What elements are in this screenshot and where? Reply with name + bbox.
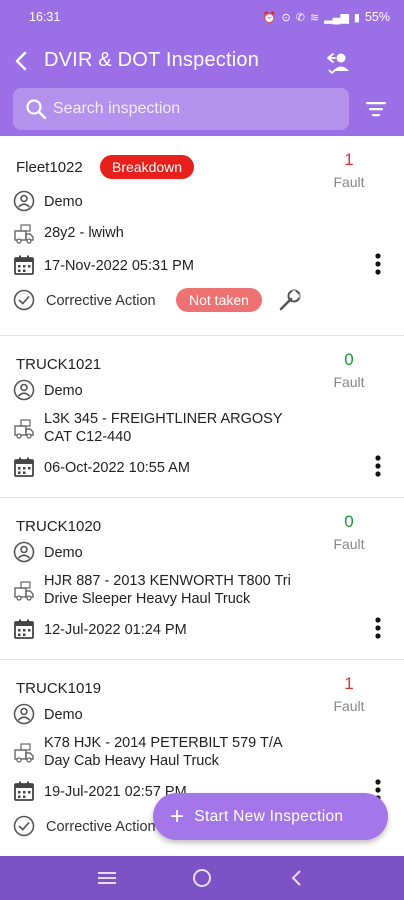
calendar-icon [14, 255, 34, 275]
more-options-icon[interactable] [368, 453, 388, 479]
driver-name: Demo [44, 383, 83, 399]
fault-label: Fault [333, 536, 365, 552]
app-header: DVIR & DOT Inspection [0, 34, 404, 136]
vehicle-line: Drive Sleeper Heavy Haul Truck [44, 591, 251, 607]
filter-icon [366, 102, 386, 117]
wrench-icon[interactable] [277, 287, 303, 313]
page-title: DVIR & DOT Inspection [44, 49, 260, 71]
inspection-date: 06-Oct-2022 10:55 AM [44, 460, 190, 476]
calendar-icon [14, 457, 34, 477]
not-taken-badge: Not taken [176, 288, 262, 312]
unit-number: Fleet1022 [16, 159, 83, 176]
calendar-icon [14, 781, 34, 801]
inspection-list: Fleet1022 Breakdown 1 Fault Demo 28y2 - … [0, 136, 404, 856]
plus-icon: + [170, 802, 185, 830]
user-icon [13, 703, 35, 725]
search-input[interactable] [53, 88, 333, 130]
unit-number: TRUCK1020 [16, 518, 102, 535]
vehicle-line: L3K 345 - FREIGHTLINER ARGOSY [44, 411, 283, 427]
user-icon [13, 190, 35, 212]
wifi-calling-icon: ✆ [295, 11, 305, 24]
fault-count: 0 [344, 512, 354, 531]
vehicle-info: 28y2 - lwiwh [44, 225, 124, 241]
battery-level: 55% [364, 10, 390, 24]
fault-count: 0 [344, 350, 354, 369]
user-switch-icon [327, 53, 349, 75]
driver-name: Demo [44, 194, 83, 210]
battery-icon: ▮ [353, 11, 360, 24]
home-button[interactable] [187, 863, 217, 893]
back-arrow-icon [15, 51, 27, 71]
alarm-icon: ⏰ [262, 11, 277, 24]
inspection-card[interactable]: Fleet1022 Breakdown 1 Fault Demo 28y2 - … [0, 136, 404, 336]
home-circle-icon [192, 869, 211, 887]
check-circle-icon [13, 289, 35, 311]
corrective-action-label: Corrective Action [46, 819, 156, 835]
recent-apps-button[interactable] [92, 863, 122, 893]
truck-icon [14, 743, 34, 763]
fault-count: 1 [344, 150, 354, 169]
inspection-date: 17-Nov-2022 05:31 PM [44, 258, 194, 274]
driver-name: Demo [44, 545, 83, 561]
driver-name: Demo [44, 707, 83, 723]
calendar-icon [14, 619, 34, 639]
search-icon [26, 99, 47, 120]
truck-icon [14, 581, 34, 601]
system-back-button[interactable] [282, 863, 312, 893]
inspection-card[interactable]: TRUCK1020 0 Fault Demo HJR 887 - 2013 KE… [0, 498, 404, 660]
fab-label: Start New Inspection [194, 807, 344, 825]
inspection-card[interactable]: TRUCK1021 0 Fault Demo L3K 345 - FREIGHT… [0, 336, 404, 498]
vehicle-line: K78 HJK - 2014 PETERBILT 579 T/A [44, 735, 283, 751]
vehicle-info: HJR 887 - 2013 KENWORTH T800 Tri Drive S… [44, 572, 291, 608]
unit-number: TRUCK1021 [16, 356, 102, 373]
status-time: 16:31 [29, 10, 61, 24]
back-button[interactable] [14, 46, 40, 76]
switch-user-button[interactable] [324, 50, 352, 76]
fault-label: Fault [333, 698, 365, 714]
fault-count: 1 [344, 674, 354, 693]
status-icons: ⏰ ⊙ ✆ ≋ ▂▄▆ ▮ 55% [263, 10, 390, 24]
more-options-icon[interactable] [368, 615, 388, 641]
recent-apps-icon [98, 872, 117, 884]
status-bar: 16:31 ⏰ ⊙ ✆ ≋ ▂▄▆ ▮ 55% [0, 0, 404, 34]
vehicle-info: L3K 345 - FREIGHTLINER ARGOSY CAT C12-44… [44, 410, 283, 446]
back-chevron-icon [291, 870, 301, 886]
vehicle-line: HJR 887 - 2013 KENWORTH T800 Tri [44, 573, 291, 589]
fault-label: Fault [333, 374, 365, 390]
truck-icon [14, 419, 34, 439]
vehicle-info: K78 HJK - 2014 PETERBILT 579 T/A Day Cab… [44, 734, 283, 770]
fault-label: Fault [333, 174, 365, 190]
vehicle-line: CAT C12-440 [44, 429, 132, 445]
filter-button[interactable] [364, 98, 388, 120]
truck-icon [14, 224, 34, 244]
inspection-date: 12-Jul-2022 01:24 PM [44, 622, 187, 638]
start-new-inspection-button[interactable]: + Start New Inspection [153, 793, 388, 840]
unit-number: TRUCK1019 [16, 680, 102, 697]
more-options-icon[interactable] [368, 251, 388, 277]
corrective-action-label: Corrective Action [46, 293, 156, 309]
search-box[interactable] [13, 88, 349, 130]
breakdown-badge: Breakdown [100, 155, 195, 179]
user-icon [13, 541, 35, 563]
wifi-icon: ≋ [309, 11, 320, 24]
system-nav-bar [0, 856, 404, 900]
signal-icon: ▂▄▆ [324, 11, 349, 24]
vehicle-line: Day Cab Heavy Haul Truck [44, 753, 219, 769]
user-icon [13, 379, 35, 401]
cast-icon: ⊙ [281, 11, 291, 24]
check-circle-icon [13, 815, 35, 837]
